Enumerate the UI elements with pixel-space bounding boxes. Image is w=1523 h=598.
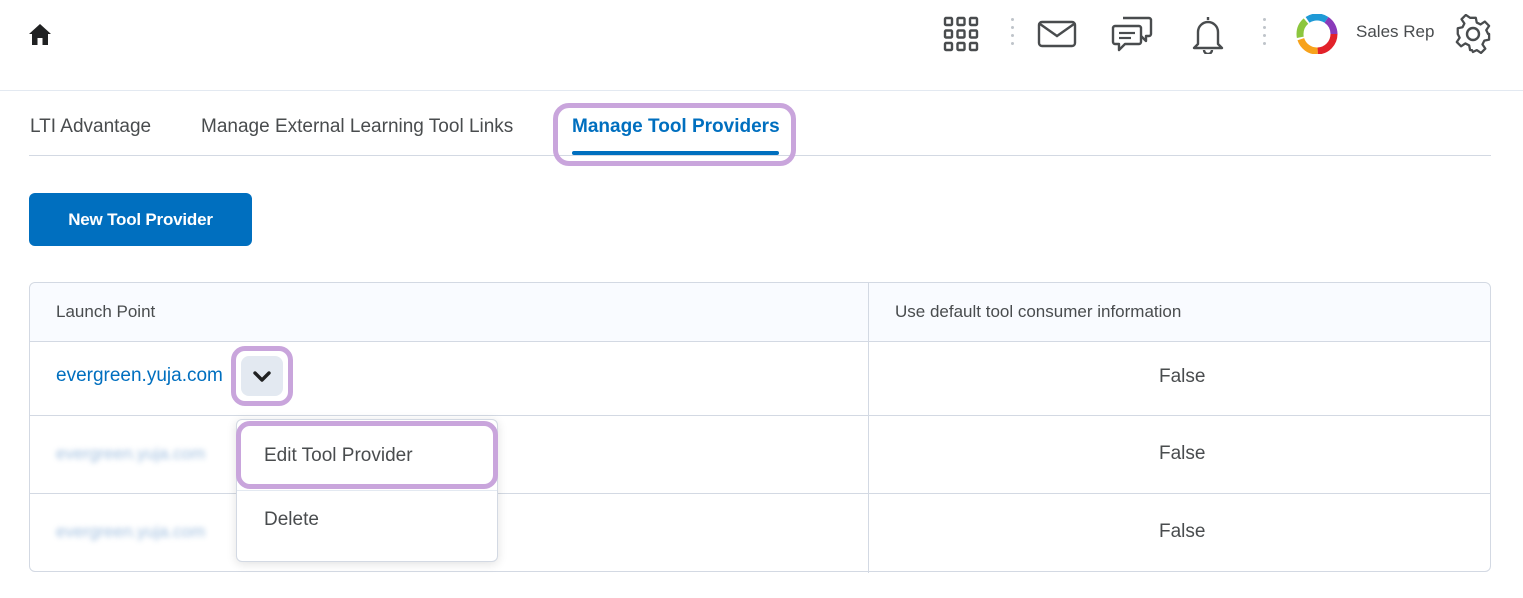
home-icon[interactable] — [26, 21, 54, 49]
avatar-logo[interactable] — [1296, 14, 1338, 54]
top-navbar: Sales Rep — [0, 0, 1523, 91]
grid-icon[interactable] — [943, 16, 979, 52]
nav-separator — [1263, 18, 1267, 50]
tab-lti-advantage[interactable]: LTI Advantage — [30, 116, 151, 138]
launch-point-actions-menu: Edit Tool Provider Delete — [236, 419, 498, 562]
menu-separator — [237, 490, 497, 491]
use-default-value: False — [1159, 366, 1206, 387]
tab-bar: LTI Advantage Manage External Learning T… — [29, 100, 1491, 156]
menu-item-delete[interactable]: Delete — [237, 509, 497, 531]
launch-point-link[interactable]: evergreen.yuja.com — [56, 365, 223, 387]
bell-icon[interactable] — [1190, 14, 1226, 54]
tab-manage-external-learning-tool-links[interactable]: Manage External Learning Tool Links — [201, 116, 513, 138]
active-tab-indicator — [572, 151, 779, 155]
chevron-down-icon — [253, 371, 271, 382]
chat-icon[interactable] — [1111, 14, 1153, 54]
user-name[interactable]: Sales Rep — [1356, 22, 1434, 42]
new-tool-provider-button[interactable]: New Tool Provider — [29, 193, 252, 246]
launch-point-actions-button[interactable] — [241, 356, 283, 396]
use-default-value: False — [1159, 521, 1206, 542]
tab-manage-tool-providers[interactable]: Manage Tool Providers — [572, 116, 780, 138]
launch-point-link-redacted[interactable]: evergreen.yuja.com — [56, 522, 205, 542]
table-header: Launch Point Use default tool consumer i… — [30, 283, 1490, 342]
column-divider — [868, 283, 869, 573]
menu-item-edit-tool-provider[interactable]: Edit Tool Provider — [237, 445, 497, 467]
column-header-use-default[interactable]: Use default tool consumer information — [895, 302, 1181, 322]
launch-point-link-redacted[interactable]: evergreen.yuja.com — [56, 444, 205, 464]
mail-icon[interactable] — [1037, 20, 1077, 48]
nav-separator — [1011, 18, 1015, 50]
column-header-launch-point[interactable]: Launch Point — [56, 302, 155, 322]
use-default-value: False — [1159, 443, 1206, 464]
gear-icon[interactable] — [1453, 14, 1493, 54]
